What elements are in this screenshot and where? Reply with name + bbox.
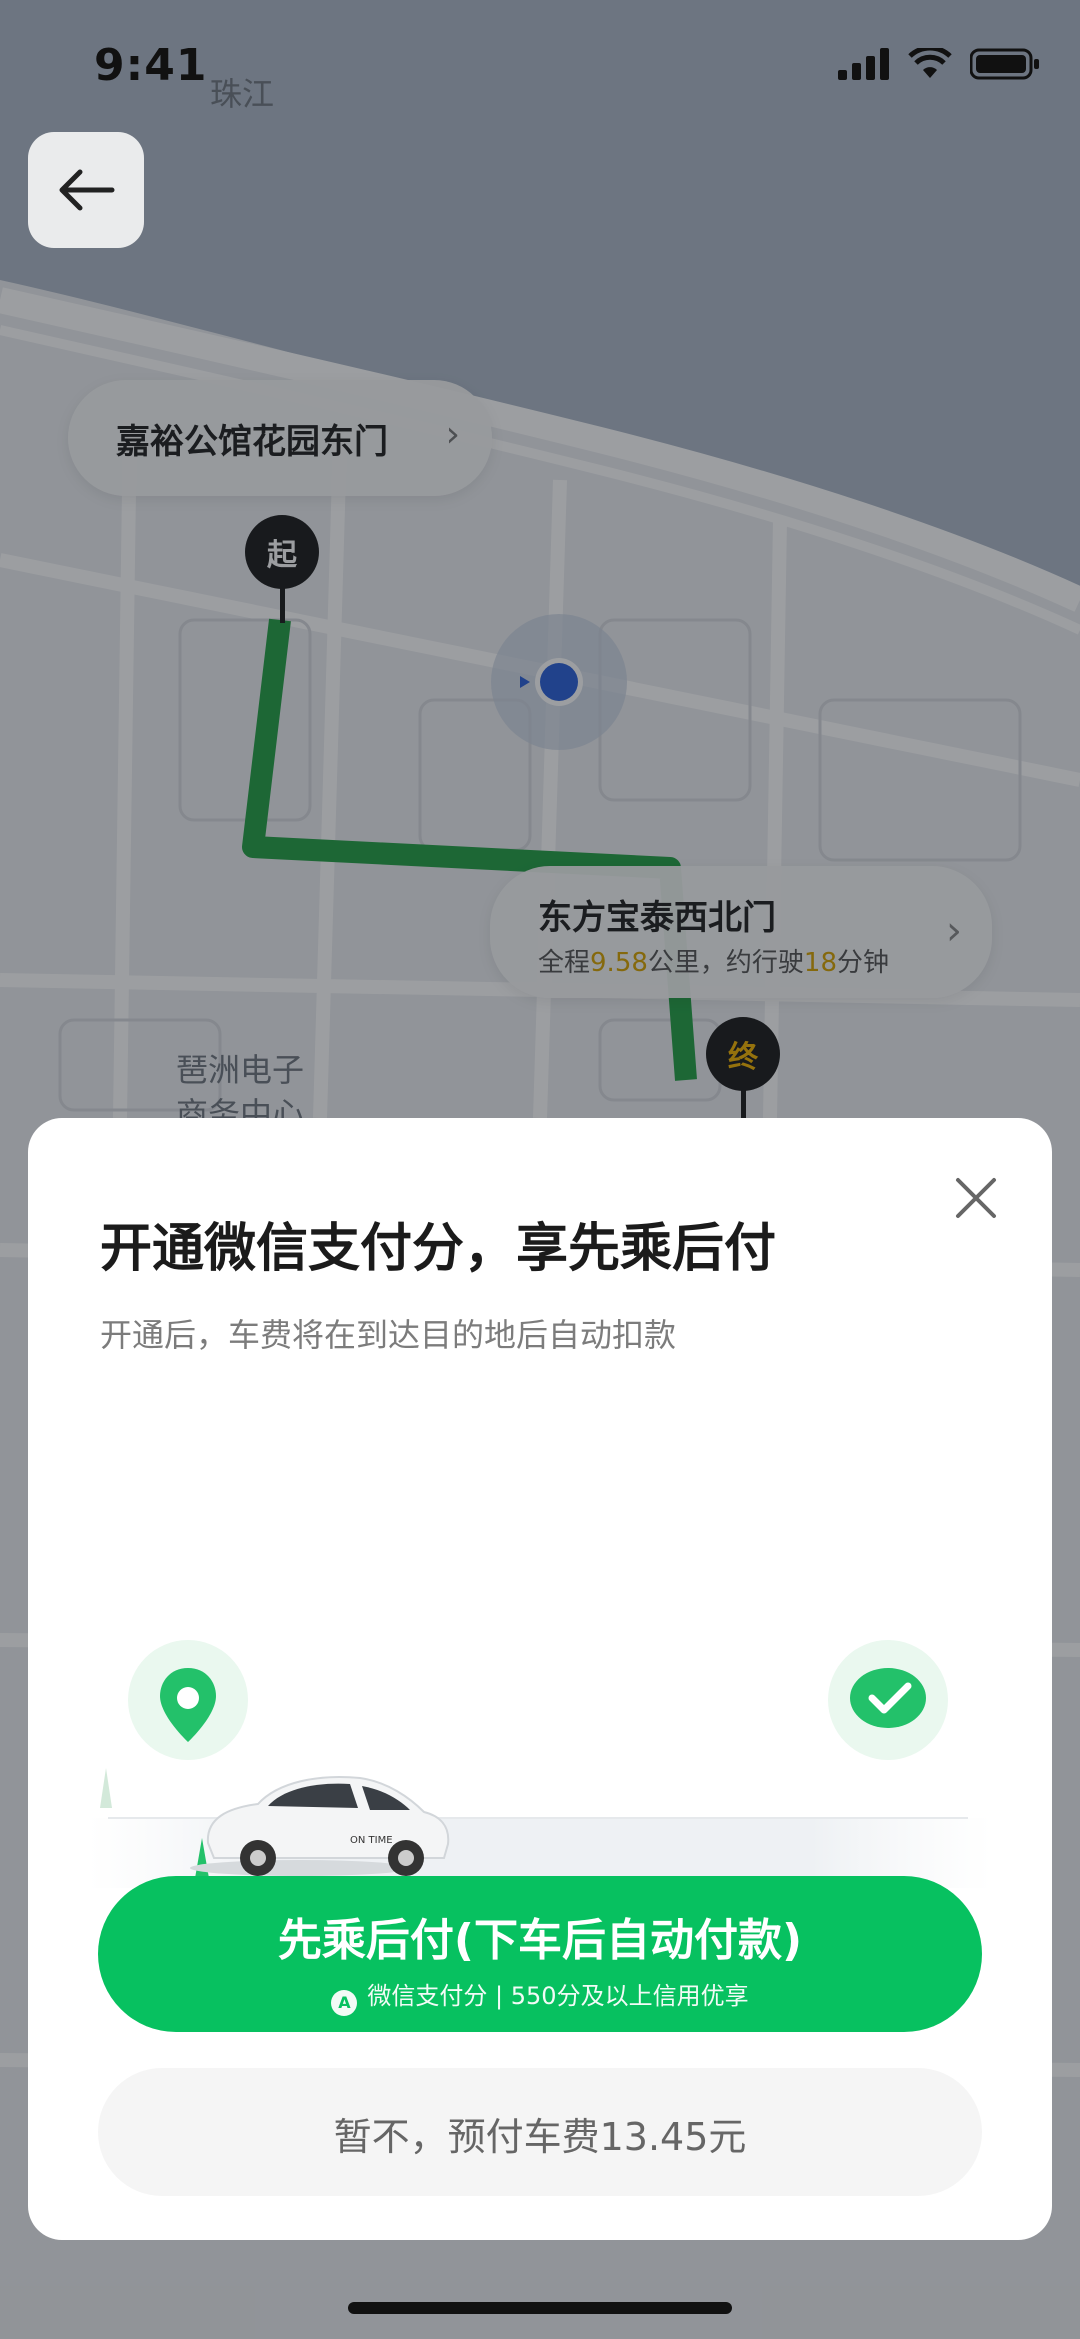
credit-score-icon: A [331, 1990, 358, 2016]
wifi-icon [908, 48, 952, 78]
back-button[interactable] [28, 132, 144, 248]
sheet-title: 开通微信支付分，享先乘后付 [100, 1219, 777, 1279]
arrow-left-icon [59, 169, 115, 211]
sheet-subtitle: 开通后，车费将在到达目的地后自动扣款 [100, 1316, 677, 1354]
home-indicator[interactable] [348, 2302, 732, 2314]
close-icon[interactable] [944, 1166, 1008, 1230]
battery-icon [970, 48, 1039, 80]
pay-later-sheet: 开通微信支付分，享先乘后付 开通后，车费将在到达目的地后自动扣款 ON TIME… [28, 1118, 1052, 2240]
status-time: 9:41 [94, 40, 208, 91]
status-bar: 9:41 [0, 0, 1080, 135]
car-livery-text: ON TIME [350, 1835, 393, 1846]
pay-later-sub: A 微信支付分 | 550分及以上信用优享 [98, 1976, 982, 2016]
pay-later-label: 先乘后付(下车后自动付款) [277, 1915, 803, 1966]
pay-later-button[interactable]: 先乘后付(下车后自动付款) A 微信支付分 | 550分及以上信用优享 [98, 1876, 982, 2032]
prepay-label: 暂不，预付车费13.45元 [333, 2115, 747, 2159]
ride-illustration: ON TIME [88, 1640, 992, 1888]
status-icons [838, 48, 1040, 80]
pay-later-sub-label: 微信支付分 | 550分及以上信用优享 [367, 1982, 749, 2010]
prepay-button[interactable]: 暂不，预付车费13.45元 [98, 2068, 982, 2196]
signal-icon [838, 48, 889, 80]
